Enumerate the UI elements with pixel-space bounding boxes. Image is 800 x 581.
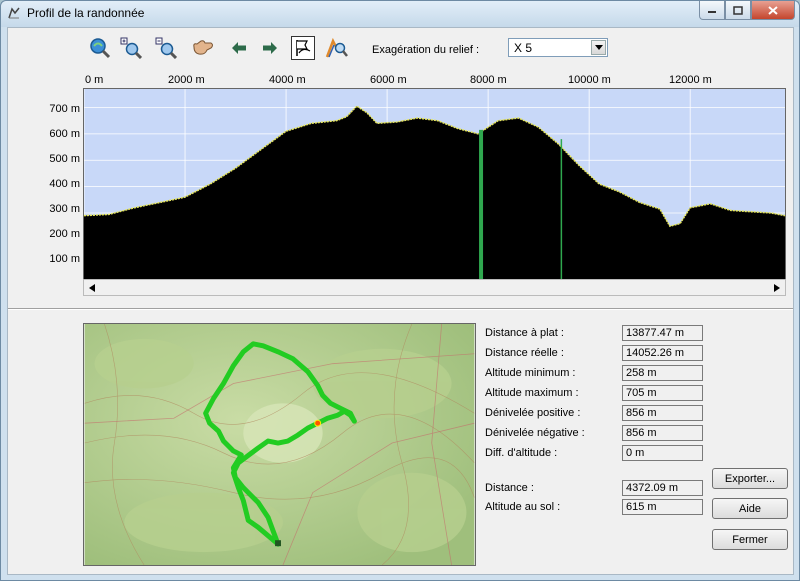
- scroll-right-button[interactable]: [769, 280, 785, 295]
- arrow-left-icon: [232, 42, 246, 54]
- maximize-button[interactable]: [725, 1, 751, 20]
- stat-value: 14052.26 m: [622, 345, 703, 361]
- client-area: Exagération du relief : X 5 0 m 2000 m 4…: [7, 27, 794, 575]
- close-window-button[interactable]: [751, 1, 795, 20]
- zoom-out-icon: [155, 37, 177, 59]
- x-tick-label: 2000 m: [168, 74, 205, 86]
- cursor-stat-value: 4372.09 m: [622, 480, 703, 496]
- x-tick-label: 12000 m: [669, 74, 712, 86]
- x-tick-label: 10000 m: [568, 74, 611, 86]
- zoom-out-button[interactable]: [154, 36, 178, 60]
- scroll-left-icon: [89, 283, 95, 292]
- y-tick-label: 600 m: [49, 128, 80, 140]
- scroll-right-icon: [774, 283, 780, 292]
- close-button[interactable]: Fermer: [712, 529, 788, 550]
- zoom-all-button[interactable]: [88, 36, 112, 60]
- profile-mode-button[interactable]: [291, 36, 315, 60]
- stat-value: 13877.47 m: [622, 325, 703, 341]
- stat-value: 258 m: [622, 365, 703, 381]
- profile-flag-icon: [296, 40, 311, 56]
- y-tick-label: 500 m: [49, 153, 80, 165]
- stat-label: Diff. d'altitude :: [485, 447, 558, 459]
- zoom-in-button[interactable]: [119, 36, 143, 60]
- route-search-button[interactable]: [325, 36, 349, 60]
- pan-button[interactable]: [191, 36, 215, 60]
- title-bar[interactable]: Profil de la randonnée: [1, 1, 799, 27]
- x-tick-label: 8000 m: [470, 74, 507, 86]
- elevation-profile-chart[interactable]: [83, 88, 786, 280]
- current-position-marker: [314, 419, 322, 427]
- stat-label: Dénivelée négative :: [485, 427, 585, 439]
- zoom-all-icon: [90, 38, 111, 59]
- relief-exaggeration-select[interactable]: X 5: [508, 38, 608, 57]
- stat-label: Distance réelle :: [485, 347, 564, 359]
- minimize-icon: [708, 11, 716, 13]
- window-title: Profil de la randonnée: [27, 6, 145, 20]
- stat-value: 0 m: [622, 445, 703, 461]
- profile-window: Profil de la randonnée Exagération du re…: [0, 0, 800, 581]
- stat-label: Altitude maximum :: [485, 387, 579, 399]
- y-tick-label: 700 m: [49, 103, 80, 115]
- hiker-icon: [8, 7, 20, 19]
- route-end-marker: [275, 540, 281, 547]
- relief-exaggeration-value: X 5: [514, 41, 533, 55]
- help-button[interactable]: Aide: [712, 498, 788, 519]
- section-separator: [8, 308, 793, 310]
- route-search-icon: [325, 37, 348, 58]
- stat-label: Distance à plat :: [485, 327, 564, 339]
- y-tick-label: 100 m: [49, 253, 80, 265]
- minimize-button[interactable]: [699, 1, 725, 20]
- y-tick-label: 400 m: [49, 178, 80, 190]
- zoom-in-icon: [120, 37, 142, 59]
- relief-exaggeration-label: Exagération du relief :: [372, 44, 480, 56]
- scroll-left-button[interactable]: [84, 280, 100, 295]
- close-icon: [768, 5, 778, 15]
- hand-pan-icon: [193, 40, 213, 55]
- dropdown-arrow-button[interactable]: [591, 40, 606, 55]
- x-tick-label: 4000 m: [269, 74, 306, 86]
- stat-label: Dénivelée positive :: [485, 407, 581, 419]
- stat-value: 856 m: [622, 405, 703, 421]
- chart-horizontal-scrollbar[interactable]: [83, 279, 786, 296]
- export-button[interactable]: Exporter...: [712, 468, 788, 489]
- cursor-stat-label: Altitude au sol :: [485, 501, 561, 513]
- cursor-stat-label: Distance :: [485, 482, 534, 494]
- x-tick-label: 0 m: [85, 74, 104, 86]
- cursor-stat-value: 615 m: [622, 499, 703, 515]
- next-button[interactable]: [258, 36, 282, 60]
- stat-value: 856 m: [622, 425, 703, 441]
- y-tick-label: 300 m: [49, 203, 80, 215]
- stat-label: Altitude minimum :: [485, 367, 576, 379]
- stat-value: 705 m: [622, 385, 703, 401]
- route-map[interactable]: [83, 323, 476, 566]
- arrow-right-icon: [263, 42, 277, 54]
- x-tick-label: 6000 m: [370, 74, 407, 86]
- chevron-down-icon: [594, 45, 603, 50]
- y-tick-label: 200 m: [49, 228, 80, 240]
- previous-button[interactable]: [227, 36, 251, 60]
- maximize-icon: [733, 5, 743, 15]
